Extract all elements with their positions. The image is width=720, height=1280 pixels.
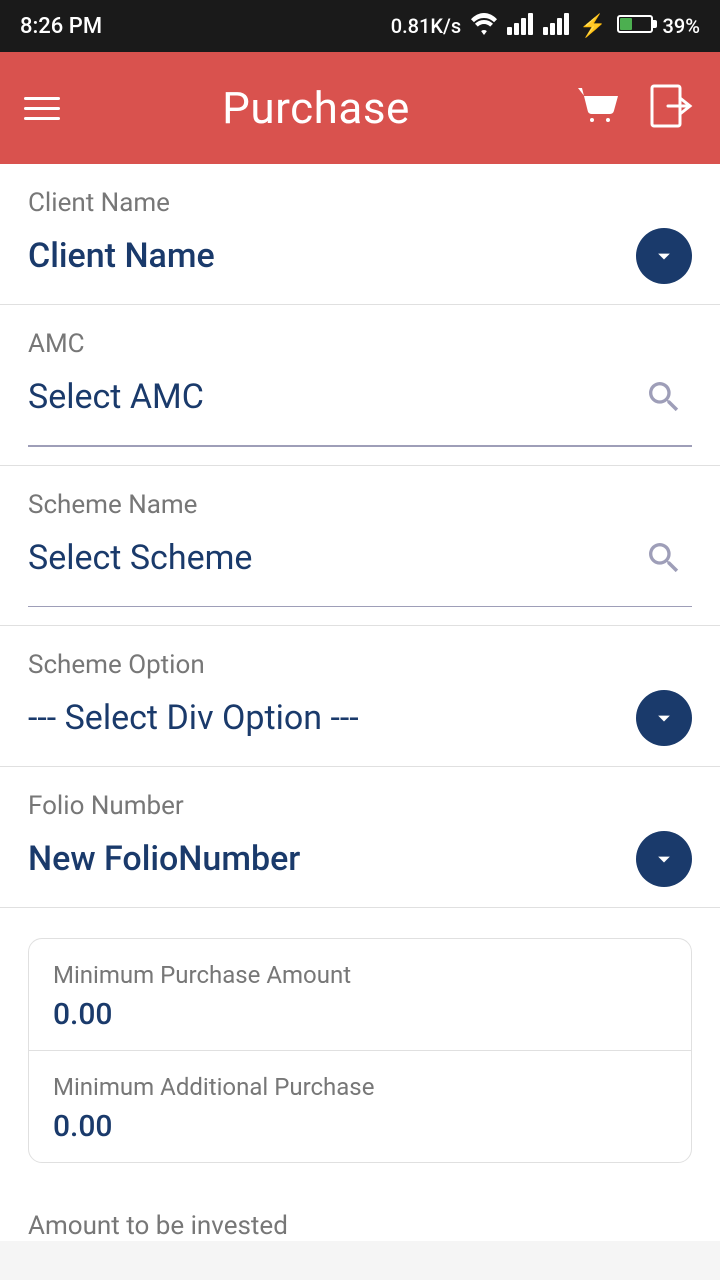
logout-icon[interactable] (648, 82, 696, 134)
folio-number-section: Folio Number New FolioNumber (0, 767, 720, 908)
client-name-label: Client Name (28, 188, 692, 218)
info-card: Minimum Purchase Amount 0.00 Minimum Add… (28, 938, 692, 1163)
min-purchase-value: 0.00 (53, 997, 667, 1032)
network-speed: 0.81K/s (391, 14, 461, 38)
scheme-option-section: Scheme Option --- Select Div Option --- (0, 626, 720, 767)
min-additional-row: Minimum Additional Purchase 0.00 (29, 1051, 691, 1162)
status-bar-right: 0.81K/s (391, 13, 700, 40)
scheme-name-underline (28, 606, 692, 608)
folio-number-row: New FolioNumber (28, 831, 692, 907)
status-bar: 8:26 PM 0.81K/s (0, 0, 720, 52)
client-name-dropdown[interactable] (636, 228, 692, 284)
app-bar: Purchase (0, 52, 720, 164)
client-name-row: Client Name (28, 228, 692, 304)
amount-section: Amount to be invested (0, 1191, 720, 1241)
wifi-icon (471, 13, 497, 40)
battery-icon (617, 14, 653, 38)
main-content: Client Name Client Name AMC Select AMC S… (0, 164, 720, 1241)
hamburger-menu-button[interactable] (24, 97, 60, 120)
scheme-name-value: Select Scheme (28, 538, 252, 578)
scheme-option-label: Scheme Option (28, 650, 692, 680)
amount-label: Amount to be invested (28, 1211, 692, 1241)
amc-label: AMC (28, 329, 692, 359)
scheme-search-button[interactable] (636, 530, 692, 586)
amc-underline (28, 445, 692, 447)
signal-icon (507, 13, 533, 40)
folio-number-dropdown[interactable] (636, 831, 692, 887)
scheme-option-row: --- Select Div Option --- (28, 690, 692, 766)
amc-section: AMC Select AMC (0, 305, 720, 466)
scheme-name-section: Scheme Name Select Scheme (0, 466, 720, 627)
client-name-section: Client Name Client Name (0, 164, 720, 305)
scheme-name-row: Select Scheme (28, 530, 692, 606)
charging-icon: ⚡ (579, 14, 606, 39)
amc-value: Select AMC (28, 377, 204, 417)
page-title: Purchase (222, 82, 410, 134)
scheme-option-value: --- Select Div Option --- (28, 698, 359, 738)
amc-row: Select AMC (28, 369, 692, 445)
signal2-icon (543, 13, 569, 40)
amc-search-button[interactable] (636, 369, 692, 425)
status-time: 8:26 PM (20, 14, 102, 39)
min-additional-label: Minimum Additional Purchase (53, 1073, 667, 1101)
battery-percent: 39% (663, 14, 700, 38)
app-bar-actions (572, 82, 696, 134)
min-additional-value: 0.00 (53, 1109, 667, 1144)
folio-number-value: New FolioNumber (28, 839, 300, 879)
min-purchase-label: Minimum Purchase Amount (53, 961, 667, 989)
client-name-value: Client Name (28, 236, 215, 276)
scheme-name-label: Scheme Name (28, 490, 692, 520)
min-purchase-row: Minimum Purchase Amount 0.00 (29, 939, 691, 1051)
cart-icon[interactable] (572, 82, 620, 134)
scheme-option-dropdown[interactable] (636, 690, 692, 746)
folio-number-label: Folio Number (28, 791, 692, 821)
